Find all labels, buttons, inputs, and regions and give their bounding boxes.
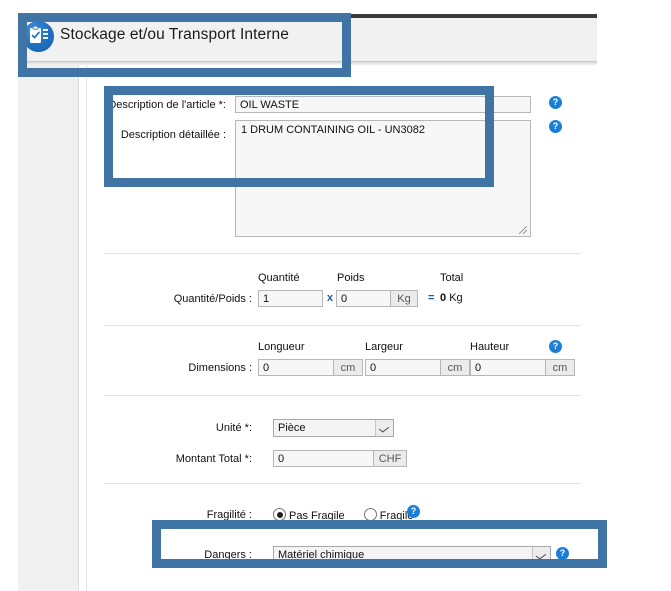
width-input[interactable]: 0 xyxy=(365,359,441,376)
equals-operator: = xyxy=(428,292,435,304)
weight-input[interactable]: 0 xyxy=(336,290,391,307)
dangers-select[interactable]: Matériel chimique xyxy=(273,546,551,564)
radio-not-fragile-label: Pas Fragile xyxy=(289,510,345,522)
total-weight-number: 0 xyxy=(440,292,447,304)
detailed-description-value: 1 DRUM CONTAINING OIL - UN3082 xyxy=(241,124,425,136)
chevron-down-icon[interactable] xyxy=(532,547,550,563)
detailed-description-label: Description détaillée : xyxy=(120,129,226,141)
section-divider-2 xyxy=(104,325,581,326)
section-divider-4 xyxy=(104,483,581,484)
section-divider-1 xyxy=(104,253,581,254)
dimensions-help-icon[interactable]: ? xyxy=(549,340,562,353)
radio-not-fragile[interactable] xyxy=(273,508,286,521)
page-title: Stockage et/ou Transport Interne xyxy=(60,26,289,43)
detailed-description-textarea[interactable]: 1 DRUM CONTAINING OIL - UN3082 xyxy=(235,120,531,237)
fragility-options: Pas Fragile Fragile xyxy=(273,508,413,522)
quantity-column-header: Quantité xyxy=(258,272,300,284)
application-window: Stockage et/ou Transport Interne Descrip… xyxy=(18,14,597,591)
dimensions-label: Dimensions : xyxy=(188,362,252,374)
rail-divider xyxy=(80,65,87,591)
textarea-resize-grip[interactable] xyxy=(519,226,527,234)
height-input[interactable]: 0 xyxy=(470,359,546,376)
dangers-help-icon[interactable]: ? xyxy=(556,547,569,560)
width-column-header: Largeur xyxy=(365,341,403,353)
fragility-help-icon[interactable]: ? xyxy=(407,505,420,518)
chevron-down-icon[interactable] xyxy=(375,420,393,436)
length-column-header: Longueur xyxy=(258,341,305,353)
length-input[interactable]: 0 xyxy=(258,359,334,376)
total-weight-value: 0 Kg xyxy=(440,292,463,304)
length-unit-label: cm xyxy=(334,359,363,376)
total-column-header: Total xyxy=(440,272,464,284)
weight-unit-label: Kg xyxy=(391,290,418,307)
radio-fragile[interactable] xyxy=(363,508,377,521)
section-divider-3 xyxy=(104,395,581,396)
height-column-header: Hauteur xyxy=(470,341,510,353)
total-amount-label: Montant Total *: xyxy=(175,453,252,465)
total-weight-unit: Kg xyxy=(449,292,463,304)
detailed-description-help-icon[interactable]: ? xyxy=(549,120,562,133)
multiply-operator: x xyxy=(327,292,334,304)
dangers-select-value: Matériel chimique xyxy=(278,549,365,561)
quantity-weight-label: Quantité/Poids : xyxy=(173,293,252,305)
left-rail xyxy=(18,65,79,591)
article-description-label: Description de l'article *: xyxy=(108,99,226,111)
form-content-area: Description de l'article *: OIL WASTE ? … xyxy=(88,65,597,591)
dangers-label: Dangers : xyxy=(204,549,252,561)
fragility-label: Fragilité : xyxy=(206,509,252,521)
unit-select-value: Pièce xyxy=(278,422,306,434)
unit-select[interactable]: Pièce xyxy=(273,419,394,437)
unit-label: Unité *: xyxy=(215,422,252,434)
article-description-help-icon[interactable]: ? xyxy=(549,96,562,109)
weight-column-header: Poids xyxy=(337,272,365,284)
quantity-input[interactable]: 1 xyxy=(258,290,323,307)
height-unit-label: cm xyxy=(546,359,575,376)
article-description-input[interactable]: OIL WASTE xyxy=(235,96,531,113)
total-amount-input[interactable]: 0 xyxy=(273,450,374,467)
width-unit-label: cm xyxy=(441,359,470,376)
currency-label: CHF xyxy=(374,450,407,467)
clipboard-form-icon xyxy=(23,21,54,52)
